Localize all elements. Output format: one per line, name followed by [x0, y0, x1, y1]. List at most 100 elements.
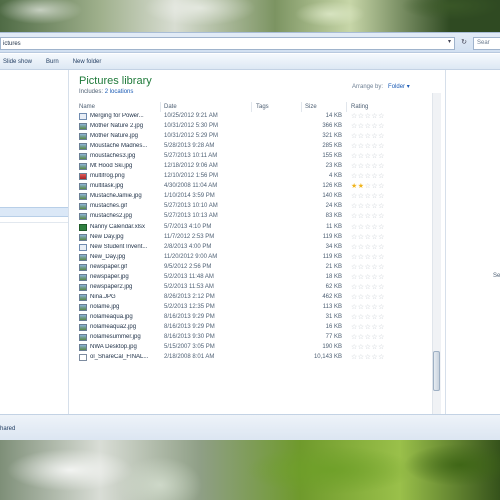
star-icon[interactable]: ☆ [378, 274, 385, 281]
star-icon[interactable]: ☆ [351, 143, 358, 150]
burn-button[interactable]: Burn [46, 59, 59, 65]
star-icon[interactable]: ☆ [378, 113, 385, 120]
rating-stars[interactable]: ☆☆☆☆☆ [351, 263, 385, 271]
star-icon[interactable]: ☆ [378, 203, 385, 210]
refresh-icon[interactable]: ↻ [459, 38, 469, 48]
file-row[interactable]: nolamesummer.jpg 8/16/2013 9:30 PM 77 KB ☆☆… [76, 333, 436, 343]
star-icon[interactable]: ☆ [378, 193, 385, 200]
column-divider[interactable] [346, 102, 347, 112]
star-icon[interactable]: ☆ [378, 244, 385, 251]
star-icon[interactable]: ☆ [351, 153, 358, 160]
star-icon[interactable]: ☆ [358, 153, 365, 160]
star-icon[interactable]: ☆ [358, 294, 365, 301]
column-divider[interactable] [301, 102, 302, 112]
star-icon[interactable]: ☆ [351, 203, 358, 210]
star-icon[interactable]: ☆ [378, 314, 385, 321]
navigation-pane[interactable] [0, 70, 69, 414]
star-icon[interactable]: ☆ [351, 274, 358, 281]
star-icon[interactable]: ☆ [358, 304, 365, 311]
star-icon[interactable]: ★ [358, 183, 365, 190]
star-icon[interactable]: ☆ [351, 334, 358, 341]
rating-stars[interactable]: ☆☆☆☆☆ [351, 122, 385, 130]
rating-stars[interactable]: ☆☆☆☆☆ [351, 303, 385, 311]
file-row[interactable]: nolameaqua2.jpg 8/16/2013 9:29 PM 16 KB ☆☆☆… [76, 323, 436, 333]
star-icon[interactable]: ☆ [351, 294, 358, 301]
column-divider[interactable] [251, 102, 252, 112]
star-icon[interactable]: ☆ [378, 153, 385, 160]
column-header-rating[interactable]: Rating [351, 104, 368, 110]
rating-stars[interactable]: ☆☆☆☆☆ [351, 212, 385, 220]
file-row[interactable]: nolame.jpg 5/2/2013 12:35 PM 113 KB ☆☆☆☆☆ [76, 303, 436, 313]
file-row[interactable]: mustaches.gif 5/27/2013 10:10 AM 24 KB ☆☆☆☆… [76, 202, 436, 212]
star-icon[interactable]: ☆ [358, 264, 365, 271]
star-icon[interactable]: ☆ [378, 324, 385, 331]
search-input[interactable]: Sear [473, 37, 500, 50]
column-header-size[interactable]: Size [305, 104, 317, 110]
star-icon[interactable]: ☆ [358, 334, 365, 341]
slide-show-button[interactable]: Slide show [3, 59, 32, 65]
star-icon[interactable]: ☆ [358, 344, 365, 351]
new-folder-button[interactable]: New folder [73, 59, 102, 65]
star-icon[interactable]: ☆ [351, 123, 358, 130]
star-icon[interactable]: ☆ [358, 143, 365, 150]
file-row[interactable]: Nanny Calendar.xlsx 5/7/2013 4:10 PM 11 KB… [76, 223, 436, 233]
star-icon[interactable]: ☆ [351, 213, 358, 220]
rating-stars[interactable]: ☆☆☆☆☆ [351, 223, 385, 231]
rating-stars[interactable]: ☆☆☆☆☆ [351, 202, 385, 210]
chevron-down-icon[interactable]: ▾ [445, 38, 454, 48]
column-header-name[interactable]: Name [79, 104, 95, 110]
rating-stars[interactable]: ☆☆☆☆☆ [351, 343, 385, 351]
star-icon[interactable]: ☆ [351, 133, 358, 140]
star-icon[interactable]: ☆ [378, 163, 385, 170]
star-icon[interactable]: ☆ [358, 354, 365, 361]
star-icon[interactable]: ☆ [351, 264, 358, 271]
star-icon[interactable]: ☆ [358, 213, 365, 220]
star-icon[interactable]: ☆ [358, 284, 365, 291]
file-row[interactable]: MustacheJamie.jpg 1/10/2014 3:59 PM 140 KB… [76, 192, 436, 202]
file-row[interactable]: NWA Desktop.jpg 5/15/2007 3:05 PM 190 KB ☆☆… [76, 343, 436, 353]
file-row[interactable]: Mother Nature.jpg 10/31/2012 5:29 PM 321 K… [76, 132, 436, 142]
star-icon[interactable]: ☆ [378, 344, 385, 351]
star-icon[interactable]: ☆ [351, 254, 358, 261]
rating-stars[interactable]: ☆☆☆☆☆ [351, 323, 385, 331]
file-row[interactable]: newspaper.jpg 5/2/2013 11:48 AM 18 KB ☆☆☆☆☆ [76, 273, 436, 283]
rating-stars[interactable]: ☆☆☆☆☆ [351, 333, 385, 341]
star-icon[interactable]: ☆ [378, 254, 385, 261]
star-icon[interactable]: ☆ [358, 254, 365, 261]
star-icon[interactable]: ☆ [378, 133, 385, 140]
star-icon[interactable]: ☆ [358, 163, 365, 170]
rating-stars[interactable]: ☆☆☆☆☆ [351, 293, 385, 301]
rating-stars[interactable]: ☆☆☆☆☆ [351, 132, 385, 140]
star-icon[interactable]: ☆ [358, 173, 365, 180]
star-icon[interactable]: ☆ [351, 113, 358, 120]
star-icon[interactable]: ☆ [378, 123, 385, 130]
file-row[interactable]: Mother Nature 2.jpg 10/31/2012 5:30 PM 366… [76, 122, 436, 132]
arrange-by-dropdown[interactable]: Folder ▾ [385, 84, 410, 90]
star-icon[interactable]: ☆ [351, 234, 358, 241]
star-icon[interactable]: ☆ [358, 234, 365, 241]
star-icon[interactable]: ☆ [358, 123, 365, 130]
rating-stars[interactable]: ★★☆☆☆ [351, 182, 385, 190]
star-icon[interactable]: ☆ [378, 294, 385, 301]
star-icon[interactable]: ☆ [351, 304, 358, 311]
file-row[interactable]: New Day.jpg 11/7/2012 2:53 PM 119 KB ☆☆☆☆☆ [76, 233, 436, 243]
file-row[interactable]: nolameaqua.jpg 8/16/2013 9:29 PM 31 KB ☆☆☆☆… [76, 313, 436, 323]
column-header-tags[interactable]: Tags [256, 104, 269, 110]
nav-selected-item[interactable] [0, 207, 68, 217]
star-icon[interactable]: ☆ [351, 344, 358, 351]
star-icon[interactable]: ☆ [358, 314, 365, 321]
rating-stars[interactable]: ☆☆☆☆☆ [351, 192, 385, 200]
star-icon[interactable]: ☆ [378, 143, 385, 150]
star-icon[interactable]: ★ [351, 183, 358, 190]
star-icon[interactable]: ☆ [378, 224, 385, 231]
star-icon[interactable]: ☆ [378, 173, 385, 180]
star-icon[interactable]: ☆ [351, 314, 358, 321]
star-icon[interactable]: ☆ [351, 354, 358, 361]
star-icon[interactable]: ☆ [351, 284, 358, 291]
star-icon[interactable]: ☆ [378, 183, 385, 190]
rating-stars[interactable]: ☆☆☆☆☆ [351, 233, 385, 241]
rating-stars[interactable]: ☆☆☆☆☆ [351, 253, 385, 261]
file-row[interactable]: Merging for Power... 10/25/2012 9:21 AM 14… [76, 112, 436, 122]
rating-stars[interactable]: ☆☆☆☆☆ [351, 162, 385, 170]
star-icon[interactable]: ☆ [351, 163, 358, 170]
